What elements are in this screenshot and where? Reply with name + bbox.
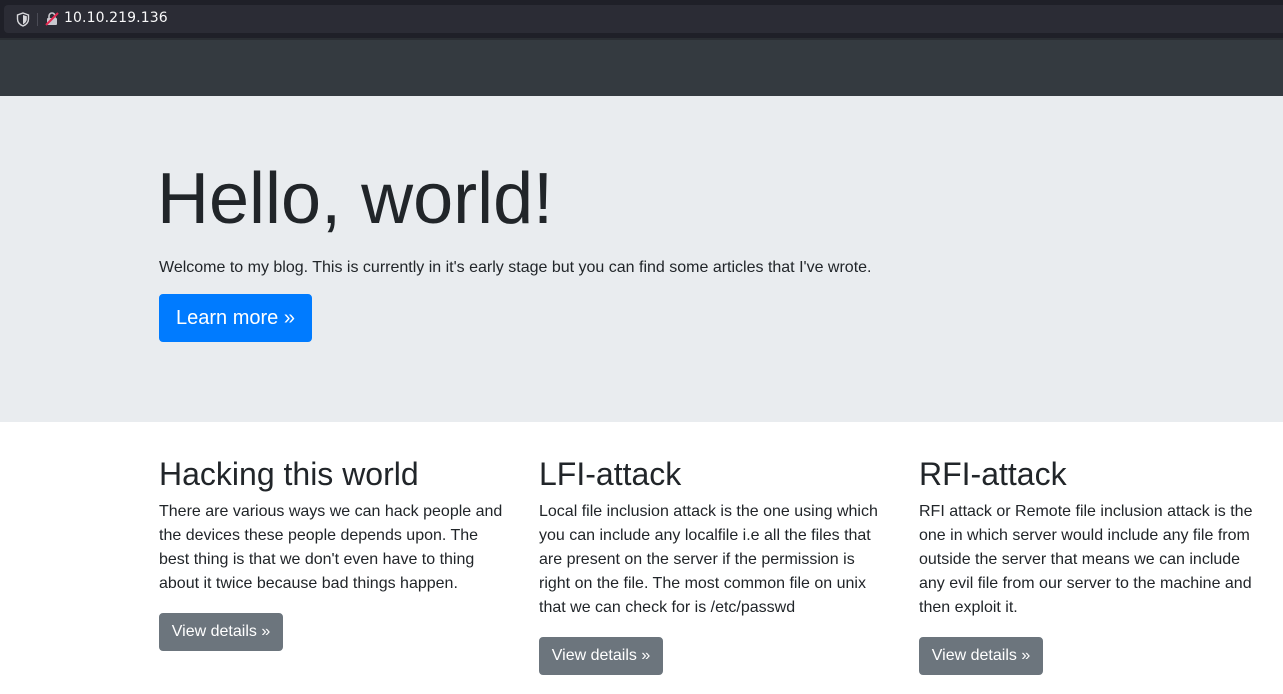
article-column-rfi: RFI-attack RFI attack or Remote file inc… [919, 454, 1264, 620]
view-details-button-hacking[interactable]: View details » [159, 613, 283, 651]
jumbotron: Hello, world! Welcome to my blog. This i… [0, 96, 1283, 422]
article-heading: LFI-attack [539, 456, 682, 492]
article-column-hacking: Hacking this world There are various way… [159, 454, 509, 596]
article-heading: RFI-attack [919, 456, 1067, 492]
hero-text: Welcome to my blog. This is currently in… [159, 259, 872, 276]
article-text: Local file inclusion attack is the one u… [539, 503, 878, 616]
shield-icon[interactable] [16, 12, 30, 27]
browser-toolbar: 10.10.219.136 [0, 0, 1283, 38]
view-details-button-lfi[interactable]: View details » [539, 637, 663, 675]
address-bar-separator [37, 13, 38, 26]
view-details-button-rfi[interactable]: View details » [919, 637, 1043, 675]
hero-title: Hello, world! [157, 159, 554, 239]
article-text: RFI attack or Remote file inclusion atta… [919, 503, 1253, 616]
site-navbar [0, 38, 1283, 96]
address-bar[interactable]: 10.10.219.136 [4, 5, 1283, 33]
article-column-lfi: LFI-attack Local file inclusion attack i… [539, 454, 889, 620]
article-text: There are various ways we can hack peopl… [159, 503, 503, 592]
url-text[interactable]: 10.10.219.136 [64, 10, 168, 26]
learn-more-button[interactable]: Learn more » [159, 294, 312, 342]
insecure-lock-icon[interactable] [44, 11, 60, 27]
article-heading: Hacking this world [159, 456, 419, 492]
